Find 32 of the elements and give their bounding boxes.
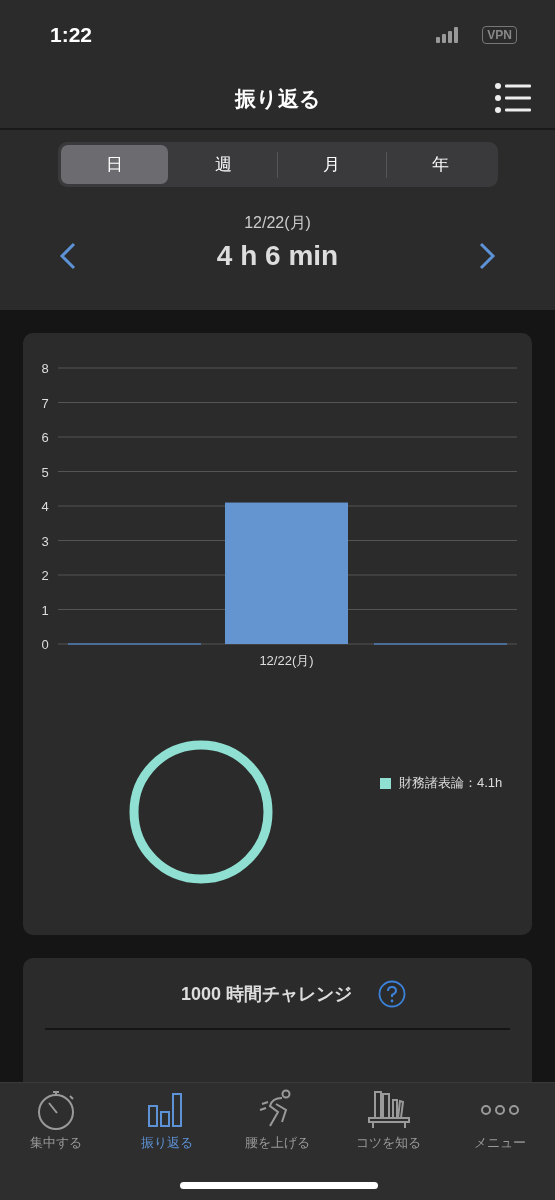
axis-tick-label: 4 (41, 499, 49, 514)
list-icon[interactable] (495, 83, 531, 113)
tab-bar-item[interactable]: 振り返る (111, 1083, 222, 1153)
axis-tick-label: 7 (41, 395, 49, 411)
axis-tick-label: 8 (41, 361, 49, 376)
axis-tick-label: 6 (41, 430, 49, 445)
tab-bar-item[interactable]: 集中する (0, 1083, 111, 1153)
tab-bar-item[interactable]: コツを知る (333, 1083, 444, 1153)
period-tab[interactable]: 日 (60, 145, 169, 184)
axis-category-label: 12/22(月) (259, 653, 314, 668)
axis-tick-label: 0 (41, 637, 49, 652)
more-icon (480, 1104, 519, 1116)
tab-bar-item[interactable]: メニュー (444, 1083, 555, 1153)
chevron-right-icon[interactable] (477, 241, 497, 271)
axis-tick-label: 5 (41, 464, 49, 480)
axis-tick-label: 3 (41, 533, 49, 549)
period-tab[interactable]: 週 (169, 145, 277, 184)
period-tab[interactable]: 年 (386, 145, 495, 184)
period-tab[interactable]: 月 (278, 145, 386, 184)
chevron-left-icon[interactable] (58, 241, 78, 271)
axis-tick-label: 1 (41, 602, 49, 618)
screen-title: 振り返る (234, 86, 321, 113)
axis-tick-label: 2 (41, 568, 49, 583)
vpn-badge: VPN (482, 26, 517, 44)
help-icon[interactable] (378, 980, 406, 1008)
signal-icon (436, 27, 461, 43)
legend-label: 財務諸表論：4.1h (399, 774, 503, 793)
challenge-title: 1000 時間チャレンジ (180, 982, 352, 1006)
total-time: 4 h 6 min (216, 239, 339, 273)
status-time: 1:22 (50, 22, 93, 49)
tab-bar-item[interactable]: 腰を上げる (222, 1083, 333, 1153)
date-label: 12/22(月) (243, 213, 312, 233)
